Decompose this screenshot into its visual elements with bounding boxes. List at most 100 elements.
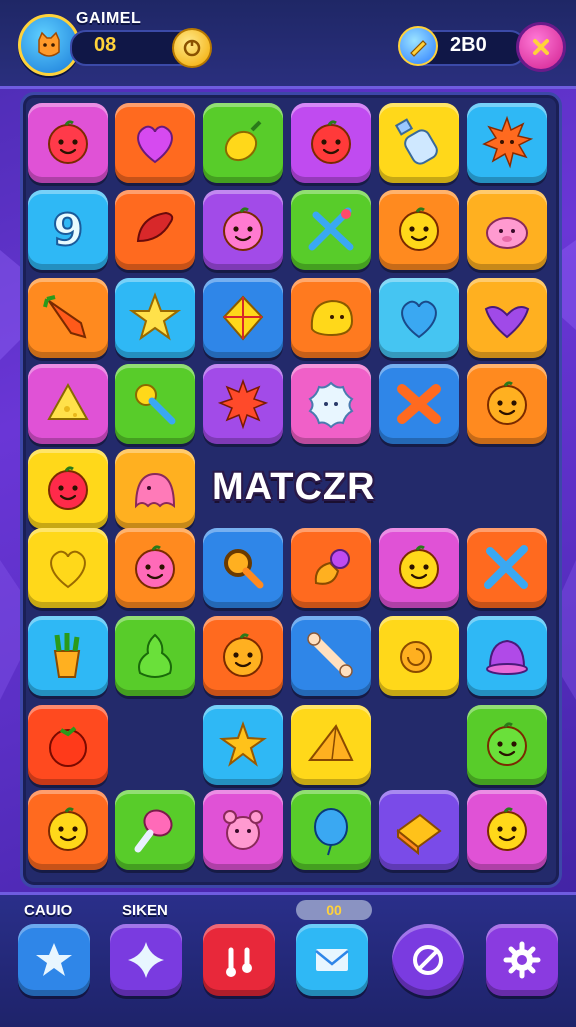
nav-button-gear[interactable] [486, 924, 558, 996]
cherry-icon [48, 120, 88, 164]
tile-bat[interactable] [467, 278, 547, 358]
balloon-icon [314, 808, 348, 856]
tile-lemon[interactable] [203, 103, 283, 183]
nav-button-star[interactable] [18, 924, 90, 996]
gear-icon [503, 941, 541, 979]
plum-face-icon [135, 545, 175, 589]
tile-tomato[interactable] [28, 705, 108, 785]
nav-button-sparkle[interactable] [110, 924, 182, 996]
tile-snowflake[interactable] [291, 364, 371, 444]
blue-heart-icon [401, 300, 437, 339]
footer-label-second: SIKEN [122, 902, 168, 919]
gem-icon[interactable] [398, 26, 438, 66]
nav-button-music[interactable] [203, 924, 275, 996]
tile-pyramid[interactable] [291, 705, 371, 785]
tile-pig[interactable] [467, 190, 547, 270]
score-value: 08 [94, 34, 117, 56]
torch-icon [314, 549, 350, 585]
tile-sprout-face[interactable] [467, 790, 547, 870]
tile-lemon-face[interactable] [379, 528, 459, 608]
tile-cherry[interactable] [28, 103, 108, 183]
tile-yellow-star[interactable] [203, 705, 283, 785]
peach-face-icon [223, 633, 263, 677]
nav-button-mail[interactable] [296, 924, 368, 996]
bottle-icon [394, 118, 438, 165]
tile-gear-star[interactable] [203, 364, 283, 444]
tile-smile-face[interactable] [467, 364, 547, 444]
lemon-face-icon [399, 545, 439, 589]
bat-icon [484, 306, 530, 339]
tile-chili[interactable] [115, 190, 195, 270]
snowflake-icon [308, 381, 354, 429]
tile-apple-face[interactable] [291, 103, 371, 183]
chili-icon [136, 211, 174, 243]
tile-blue-heart[interactable] [379, 278, 459, 358]
gem-value: 2B0 [450, 34, 487, 56]
tile-kite[interactable] [203, 278, 283, 358]
pig-icon [486, 217, 528, 249]
ghost-icon [134, 472, 176, 509]
berry-face-icon [48, 466, 88, 510]
tile-bone[interactable] [291, 616, 371, 696]
tile-torch[interactable] [291, 528, 371, 608]
coin-icon[interactable] [172, 28, 212, 68]
tile-ghost[interactable] [115, 449, 195, 529]
tile-cake[interactable] [379, 790, 459, 870]
tile-rattle[interactable] [115, 364, 195, 444]
close-icon [533, 39, 549, 55]
onion-face-icon [223, 207, 263, 251]
heart-icon [137, 125, 173, 164]
blob-face-icon [310, 299, 354, 337]
tile-crossed-swords[interactable] [467, 528, 547, 608]
tile-sun[interactable] [467, 103, 547, 183]
music-icon [226, 947, 252, 977]
bear-icon [223, 810, 263, 850]
tile-fries[interactable] [28, 616, 108, 696]
tile-scissors[interactable] [291, 190, 371, 270]
no-icon [413, 945, 443, 975]
tile-bottle[interactable] [379, 103, 459, 183]
nine-icon: 9 [52, 204, 85, 257]
close-button[interactable] [516, 22, 566, 72]
snail-icon [400, 641, 432, 673]
cat-face-icon [38, 31, 60, 57]
magnifier-icon [224, 549, 264, 589]
tile-peach-face[interactable] [203, 616, 283, 696]
sprout-face-icon [487, 807, 527, 851]
tile-onion-face[interactable] [203, 190, 283, 270]
tile-blob-face[interactable] [291, 278, 371, 358]
tile-cross[interactable] [379, 364, 459, 444]
tile-bell[interactable] [467, 616, 547, 696]
tile-green-face[interactable] [467, 705, 547, 785]
sun-icon [482, 115, 534, 169]
scissors-icon [308, 207, 354, 251]
tile-orange-face[interactable] [379, 190, 459, 270]
tile-berry-face[interactable] [28, 449, 108, 529]
tile-snail[interactable] [379, 616, 459, 696]
nav-button-no[interactable] [392, 924, 464, 996]
bone-icon [307, 632, 353, 678]
tile-star[interactable] [115, 278, 195, 358]
tile-popsicle[interactable] [115, 790, 195, 870]
lime-face-icon [48, 807, 88, 851]
tile-lime-face[interactable] [28, 790, 108, 870]
game-title: GAIMEL [76, 10, 142, 27]
green-face-icon [487, 722, 527, 766]
tile-balloon[interactable] [291, 790, 371, 870]
tile-nine[interactable]: 9 [28, 190, 108, 270]
popsicle-icon [134, 809, 173, 853]
tile-pear[interactable] [115, 616, 195, 696]
apple-face-icon [311, 120, 351, 164]
tile-plum-face[interactable] [115, 528, 195, 608]
crossed-swords-icon [484, 545, 528, 589]
tile-yellow-heart[interactable] [28, 528, 108, 608]
fries-icon [53, 633, 81, 678]
tile-magnifier[interactable] [203, 528, 283, 608]
lemon-icon [224, 120, 262, 162]
tile-cheese[interactable] [28, 364, 108, 444]
tile-heart[interactable] [115, 103, 195, 183]
tile-bear[interactable] [203, 790, 283, 870]
orange-face-icon [399, 207, 439, 251]
tile-carrot[interactable] [28, 278, 108, 358]
coin-symbol-icon [183, 39, 201, 57]
